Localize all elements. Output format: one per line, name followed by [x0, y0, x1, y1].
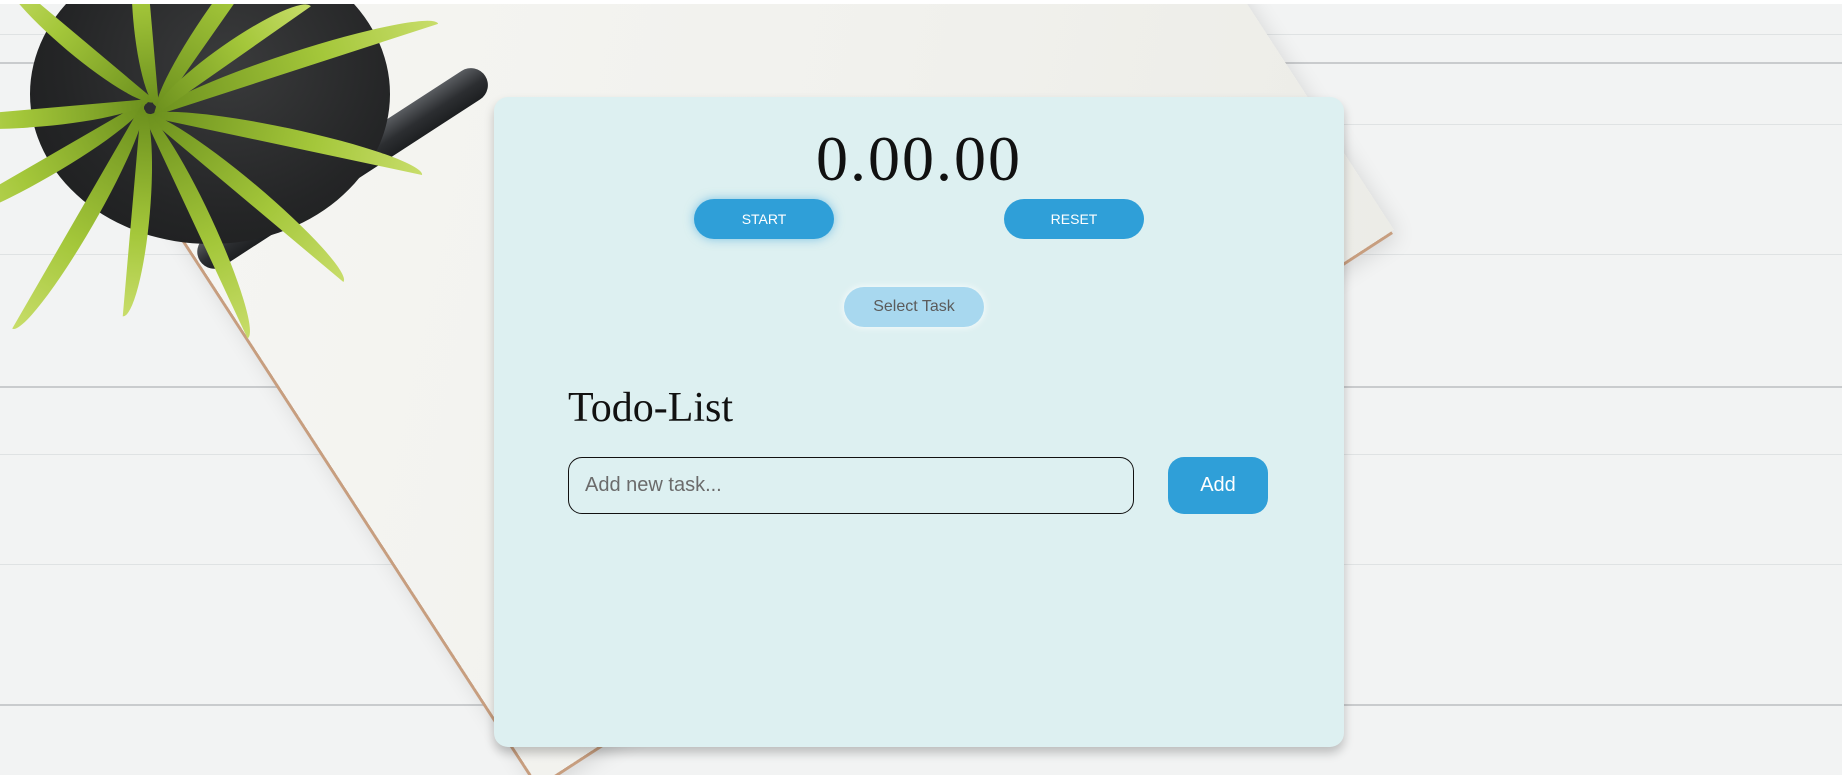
todo-list-title: Todo-List: [568, 385, 734, 431]
timer-display: 0.00.00: [816, 123, 1022, 194]
timer-todo-card: 0.00.00 START RESET Select Task Todo-Lis…: [494, 97, 1344, 747]
start-button[interactable]: START: [694, 199, 834, 239]
add-task-button[interactable]: Add: [1168, 457, 1268, 514]
reset-button[interactable]: RESET: [1004, 199, 1144, 239]
select-task-button[interactable]: Select Task: [844, 287, 984, 327]
new-task-input[interactable]: [568, 457, 1134, 514]
